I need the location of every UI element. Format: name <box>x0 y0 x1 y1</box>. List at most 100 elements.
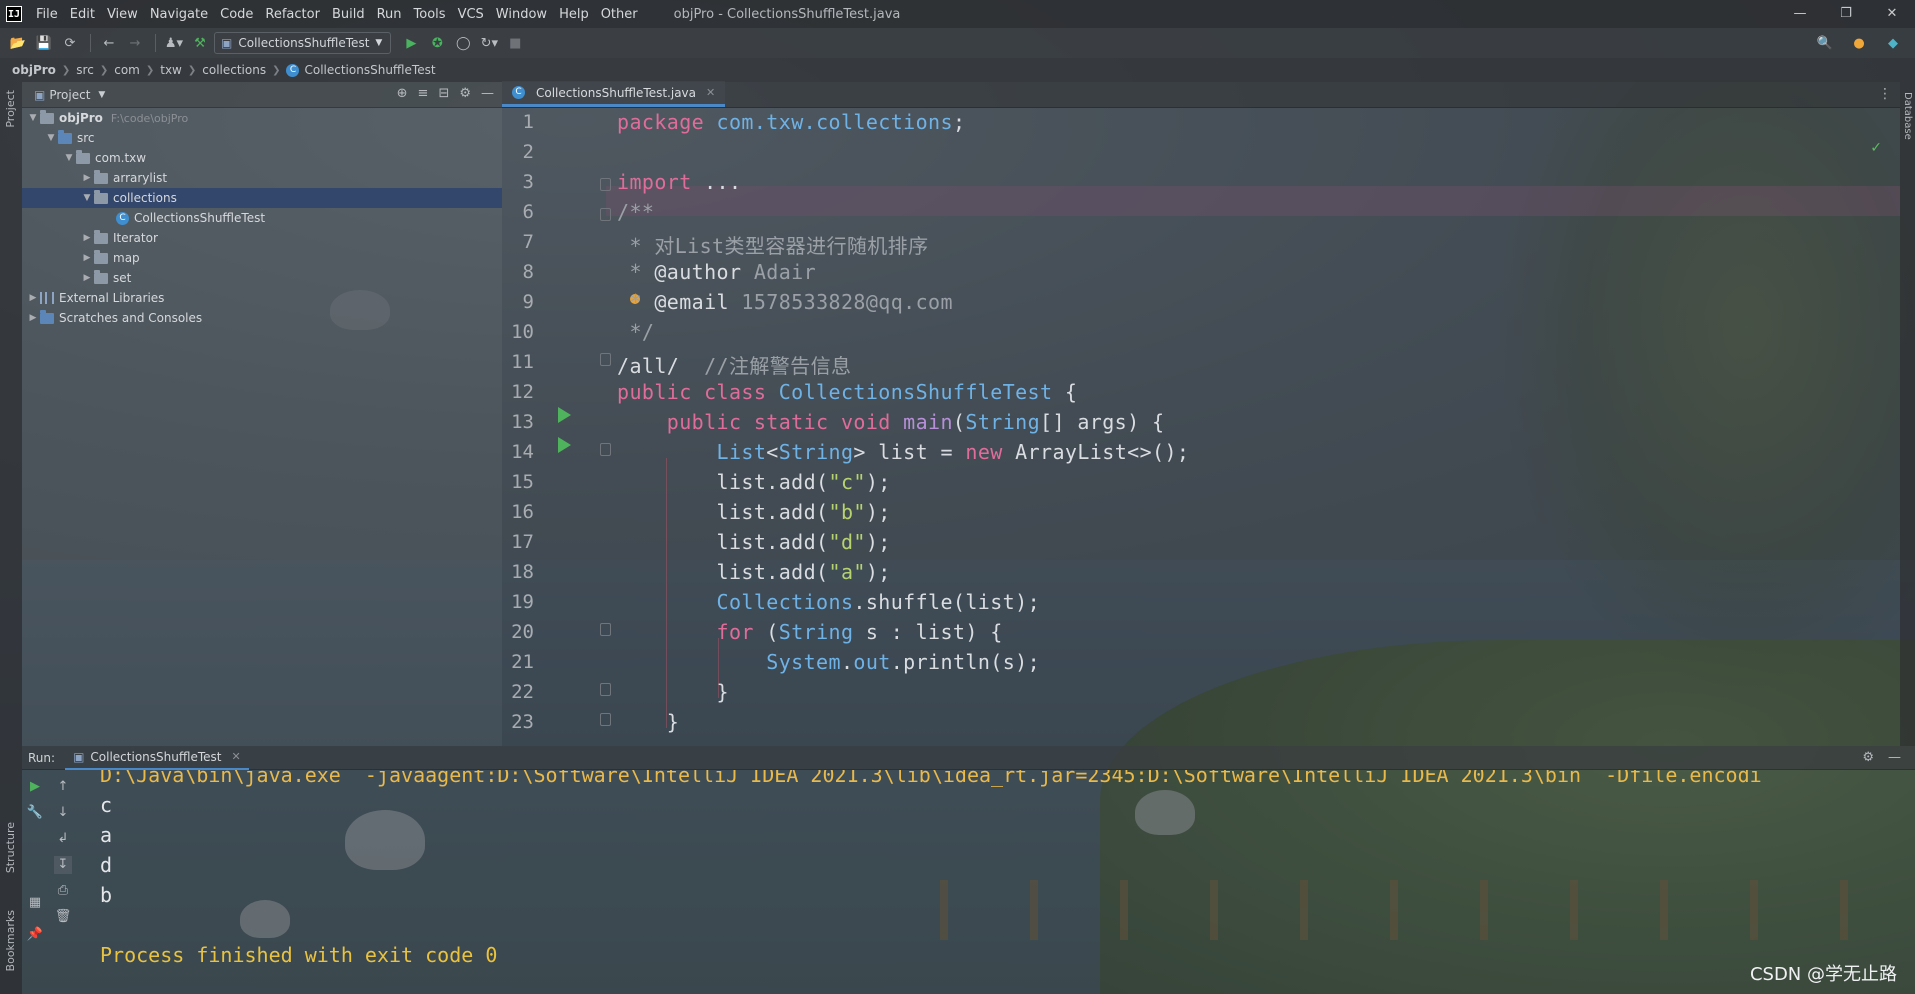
fold-icon[interactable] <box>600 443 611 456</box>
structure-tool-tab[interactable]: Structure <box>4 822 17 873</box>
expand-all-icon[interactable]: ≡ <box>418 86 429 101</box>
minimize-button[interactable]: — <box>1777 0 1823 28</box>
fold-icon[interactable] <box>600 713 611 726</box>
fold-icon[interactable] <box>600 683 611 696</box>
debug-icon[interactable]: ✪ <box>425 32 449 54</box>
tree-item-objpro[interactable]: ▼ objPro F:\code\objPro <box>22 108 502 128</box>
restore-button[interactable]: ❐ <box>1823 0 1869 28</box>
run-gutter-icon[interactable] <box>558 407 571 423</box>
chevron-right-icon[interactable]: ▶ <box>80 173 94 183</box>
forward-icon[interactable]: → <box>123 32 147 54</box>
chevron-right-icon[interactable]: ▶ <box>26 313 40 323</box>
run-icon[interactable]: ▶ <box>399 32 423 54</box>
fold-icon[interactable] <box>600 353 611 366</box>
hide-panel-icon[interactable]: — <box>481 86 494 101</box>
breadcrumb-collections[interactable]: collections <box>202 63 266 77</box>
menu-help[interactable]: Help <box>553 7 595 22</box>
layout-icon[interactable]: ▦ <box>26 894 44 912</box>
chevron-right-icon[interactable]: ▶ <box>80 253 94 263</box>
tree-item-arrarylist[interactable]: ▶ arrarylist <box>22 168 502 188</box>
fold-icon[interactable] <box>600 623 611 636</box>
open-folder-icon[interactable]: 📂 <box>6 32 30 54</box>
locate-icon[interactable]: ⊕ <box>397 86 408 101</box>
code-line-21: System.out.println(s); <box>617 650 1041 674</box>
breadcrumb-src[interactable]: src <box>76 63 94 77</box>
coverage-icon[interactable]: ◯ <box>451 32 475 54</box>
project-tool-tab[interactable]: Project <box>4 90 17 128</box>
tree-item-collections[interactable]: ▼ collections <box>22 188 502 208</box>
source-folder-icon <box>58 129 72 144</box>
back-icon[interactable]: ← <box>97 32 121 54</box>
console-output[interactable]: D:\Java\bin\java.exe -javaagent:D:\Softw… <box>80 770 1915 994</box>
chevron-down-icon[interactable]: ▼ <box>62 153 76 163</box>
update-icon[interactable]: ● <box>1847 32 1871 54</box>
editor-tab[interactable]: C CollectionsShuffleTest.java ✕ <box>502 81 726 107</box>
up-arrow-icon[interactable]: ↑ <box>54 778 72 796</box>
profile-icon[interactable]: ↻▾ <box>477 32 501 54</box>
sync-icon[interactable]: ⟳ <box>58 32 82 54</box>
hide-panel-icon[interactable]: — <box>1888 750 1901 765</box>
scroll-to-end-icon[interactable]: ↧ <box>54 856 72 874</box>
menu-vcs[interactable]: VCS <box>452 7 490 22</box>
print-icon[interactable]: ⎙ <box>54 882 72 900</box>
tree-item-src[interactable]: ▼ src <box>22 128 502 148</box>
bookmarks-tool-tab[interactable]: Bookmarks <box>4 910 17 971</box>
chevron-down-icon[interactable]: ▼ <box>98 90 105 100</box>
pin-icon[interactable]: 📌 <box>26 926 44 944</box>
tree-item-class-file[interactable]: C CollectionsShuffleTest <box>22 208 502 228</box>
project-panel-title[interactable]: Project <box>49 88 90 102</box>
build-hammer-icon[interactable]: ⚒ <box>188 32 212 54</box>
chevron-down-icon[interactable]: ▼ <box>80 193 94 203</box>
menu-run[interactable]: Run <box>371 7 408 22</box>
run-gutter-icon[interactable] <box>558 437 571 453</box>
menu-tools[interactable]: Tools <box>408 7 452 22</box>
more-options-icon[interactable]: ⋮ <box>1878 86 1892 102</box>
tree-item-scratches[interactable]: ▶ Scratches and Consoles <box>22 308 502 328</box>
wrench-icon[interactable]: 🔧 <box>26 804 44 822</box>
menu-refactor[interactable]: Refactor <box>259 7 326 22</box>
breadcrumb-class[interactable]: CollectionsShuffleTest <box>304 63 435 77</box>
tree-item-com-txw[interactable]: ▼ com.txw <box>22 148 502 168</box>
plugin-icon[interactable]: ◆ <box>1881 32 1905 54</box>
down-arrow-icon[interactable]: ↓ <box>54 804 72 822</box>
tree-item-external-libraries[interactable]: ▶ External Libraries <box>22 288 502 308</box>
chevron-right-icon[interactable]: ▶ <box>80 273 94 283</box>
tree-item-iterator[interactable]: ▶ Iterator <box>22 228 502 248</box>
search-icon[interactable]: 🔍 <box>1813 32 1837 54</box>
database-tool-tab[interactable]: Database <box>1902 92 1913 140</box>
chevron-right-icon[interactable]: ▶ <box>26 293 40 303</box>
gear-icon[interactable]: ⚙ <box>1862 750 1874 765</box>
menu-window[interactable]: Window <box>490 7 553 22</box>
chevron-down-icon[interactable]: ▼ <box>26 113 40 123</box>
stop-icon[interactable]: ■ <box>503 32 527 54</box>
breadcrumb-txw[interactable]: txw <box>160 63 182 77</box>
chevron-down-icon[interactable]: ▼ <box>44 133 58 143</box>
vcs-user-icon[interactable]: ♟▾ <box>162 32 186 54</box>
menu-build[interactable]: Build <box>326 7 371 22</box>
menu-other[interactable]: Other <box>595 7 644 22</box>
collapse-all-icon[interactable]: ⊟ <box>438 86 449 101</box>
code-area[interactable]: ✓ 1 2 3 6 7 8 9 10 11 12 13 14 15 16 17 … <box>502 108 1900 746</box>
run-configuration-select[interactable]: ▣ CollectionsShuffleTest ▼ <box>214 32 392 54</box>
close-button[interactable]: ✕ <box>1869 0 1915 28</box>
rerun-icon[interactable]: ▶ <box>26 778 44 796</box>
fold-icon[interactable] <box>600 178 611 191</box>
close-icon[interactable]: ✕ <box>706 86 715 99</box>
tree-item-map[interactable]: ▶ map <box>22 248 502 268</box>
breadcrumb-project[interactable]: objPro <box>12 63 56 77</box>
chevron-right-icon[interactable]: ▶ <box>80 233 94 243</box>
run-tab[interactable]: ▣ CollectionsShuffleTest ✕ <box>65 746 249 770</box>
menu-edit[interactable]: Edit <box>64 7 101 22</box>
breadcrumb-com[interactable]: com <box>114 63 140 77</box>
save-all-icon[interactable]: 💾 <box>32 32 56 54</box>
menu-navigate[interactable]: Navigate <box>144 7 214 22</box>
menu-file[interactable]: File <box>30 7 64 22</box>
menu-code[interactable]: Code <box>214 7 259 22</box>
trash-icon[interactable]: 🗑 <box>54 908 72 926</box>
tree-item-set[interactable]: ▶ set <box>22 268 502 288</box>
close-icon[interactable]: ✕ <box>231 750 240 763</box>
fold-icon[interactable] <box>600 208 611 221</box>
gear-icon[interactable]: ⚙ <box>459 86 471 101</box>
soft-wrap-icon[interactable]: ↲ <box>54 830 72 848</box>
menu-view[interactable]: View <box>101 7 144 22</box>
